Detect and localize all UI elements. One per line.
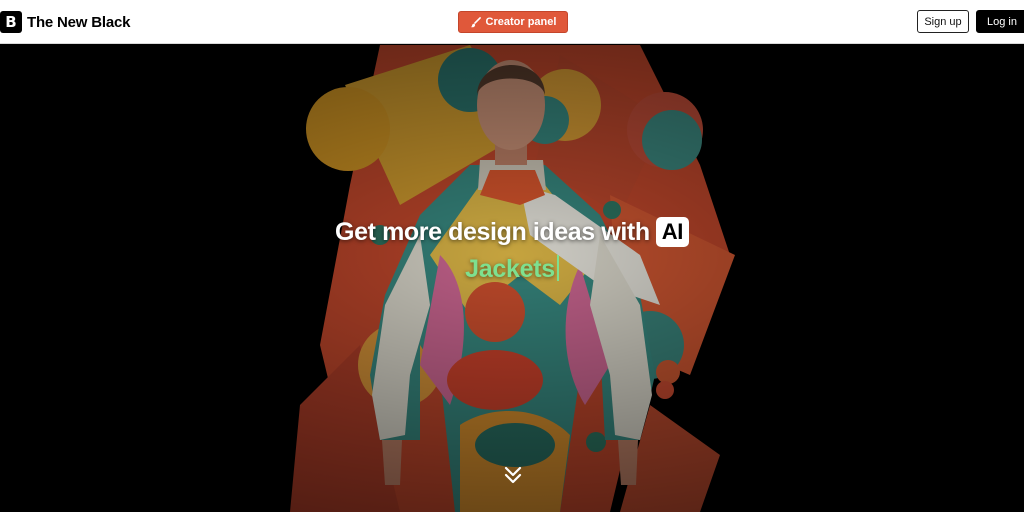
typed-rotating-word: Jackets (0, 255, 1024, 284)
brand-logo[interactable]: B The New Black (0, 10, 130, 34)
paintbrush-icon (470, 16, 481, 27)
sign-up-button[interactable]: Sign up (917, 10, 969, 33)
creator-panel-label: Creator panel (485, 16, 557, 28)
double-chevron-down-icon (504, 466, 522, 484)
log-in-button[interactable]: Log in (976, 10, 1024, 33)
typed-word: Jackets (465, 255, 555, 283)
hero-headline: Get more design ideas with AI (0, 217, 1024, 247)
logo-mark-icon: B (0, 11, 22, 33)
headline-text: Get more design ideas with (335, 217, 650, 246)
text-cursor (556, 255, 559, 281)
hero-section: Get more design ideas with AI Jackets (0, 45, 1024, 512)
ai-badge: AI (655, 217, 689, 247)
creator-panel-button[interactable]: Creator panel (458, 11, 568, 33)
logo-text: The New Black (27, 13, 131, 31)
scroll-down-button[interactable] (502, 464, 524, 486)
top-navbar: B The New Black Creator panel Sign up Lo… (0, 0, 1024, 44)
